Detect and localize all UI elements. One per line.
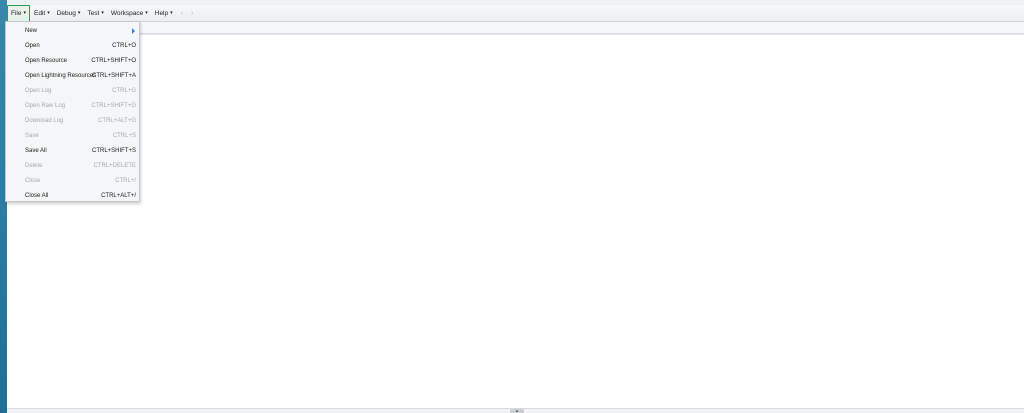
caret-up-icon: ▲	[515, 408, 519, 413]
developer-console-window: File ▾ Edit ▾ Debug ▾ Test ▾ Workspace ▾…	[7, 4, 1024, 413]
menu-item-shortcut: CTRL+S	[112, 133, 136, 139]
menu-item-label: Close All	[25, 193, 49, 199]
panel-splitter-handle[interactable]: ▲	[510, 409, 524, 413]
menu-item-label: Download Log	[25, 118, 64, 124]
file-menu-item-save-all[interactable]: Save All CTRL+SHIFT+S	[6, 144, 139, 158]
file-menu-item-open-lightning-resources[interactable]: Open Lightning Resources CTRL+SHIFT+A	[6, 69, 139, 83]
menu-item-label: Open Resource	[25, 58, 68, 64]
menu-debug[interactable]: Debug ▾	[54, 7, 84, 20]
menu-item-label: Open Log	[25, 88, 52, 94]
chevron-down-icon: ▾	[170, 10, 173, 16]
menu-item-shortcut: CTRL+SHIFT+O	[91, 58, 136, 64]
menu-item-shortcut: CTRL+ALT+/	[101, 193, 136, 199]
menu-debug-label: Debug	[56, 9, 76, 17]
chevron-down-icon: ▾	[101, 10, 104, 16]
file-menu-item-download-log: Download Log CTRL+ALT+G	[6, 114, 139, 128]
back-arrow-icon[interactable]: ‹	[177, 10, 187, 17]
file-menu-item-close-all[interactable]: Close All CTRL+ALT+/	[6, 189, 139, 203]
app-frame: File ▾ Edit ▾ Debug ▾ Test ▾ Workspace ▾…	[0, 0, 1024, 413]
menu-edit[interactable]: Edit ▾	[31, 7, 53, 20]
file-menu-item-close: Close CTRL+/	[6, 174, 139, 188]
menu-item-shortcut: CTRL+SHIFT+A	[91, 73, 136, 79]
menu-test[interactable]: Test ▾	[84, 7, 106, 20]
file-menu-item-open-resource[interactable]: Open Resource CTRL+SHIFT+O	[6, 54, 139, 68]
menu-edit-label: Edit	[34, 9, 46, 17]
chevron-down-icon: ▾	[23, 10, 26, 16]
menu-item-shortcut: CTRL+ALT+G	[98, 118, 136, 124]
menu-item-label: Open Lightning Resources	[25, 73, 97, 79]
editor-tab-divider	[7, 34, 1024, 35]
file-menu-item-open-raw-log: Open Raw Log CTRL+SHIFT+G	[6, 99, 139, 113]
menu-item-shortcut: CTRL+SHIFT+G	[91, 103, 136, 109]
forward-arrow-icon[interactable]: ›	[187, 10, 197, 17]
menu-item-shortcut: CTRL+O	[112, 43, 136, 49]
menu-item-label: Save All	[25, 148, 47, 154]
menu-item-label: Close	[25, 178, 41, 184]
menu-item-shortcut: CTRL+G	[112, 88, 136, 94]
menu-help-label: Help	[154, 9, 169, 17]
menu-item-label: Save	[25, 133, 39, 139]
menu-workspace[interactable]: Workspace ▾	[108, 7, 151, 20]
file-menu-dropdown: New Open CTRL+O Open Resource CTRL+SHIFT…	[5, 21, 140, 202]
menu-item-label: Open	[25, 43, 40, 49]
file-menu-item-open-log: Open Log CTRL+G	[6, 84, 139, 98]
file-menu-item-new[interactable]: New	[6, 24, 139, 38]
submenu-arrow-icon	[132, 28, 135, 34]
menu-help[interactable]: Help ▾	[152, 7, 176, 20]
menu-file[interactable]: File ▾	[7, 4, 30, 22]
menu-test-label: Test	[87, 9, 100, 17]
menu-item-shortcut: CTRL+SHIFT+S	[91, 148, 136, 154]
chevron-down-icon: ▾	[77, 10, 81, 16]
menu-file-label: File	[11, 9, 22, 17]
menu-item-label: New	[25, 28, 38, 34]
editor-tab-bar	[7, 22, 1024, 34]
chevron-down-icon: ▾	[47, 10, 50, 16]
menu-workspace-label: Workspace	[110, 9, 144, 17]
file-menu-item-open[interactable]: Open CTRL+O	[6, 39, 139, 53]
chevron-down-icon: ▾	[145, 10, 148, 16]
file-menu-item-save: Save CTRL+S	[6, 129, 139, 143]
menu-item-label: Delete	[25, 163, 43, 169]
menu-bar: File ▾ Edit ▾ Debug ▾ Test ▾ Workspace ▾…	[7, 4, 1024, 22]
menu-item-shortcut: CTRL+/	[115, 178, 136, 184]
file-menu-item-delete: Delete CTRL+DELETE	[6, 159, 139, 173]
menu-item-label: Open Raw Log	[25, 103, 66, 109]
menu-item-shortcut: CTRL+DELETE	[93, 163, 136, 169]
